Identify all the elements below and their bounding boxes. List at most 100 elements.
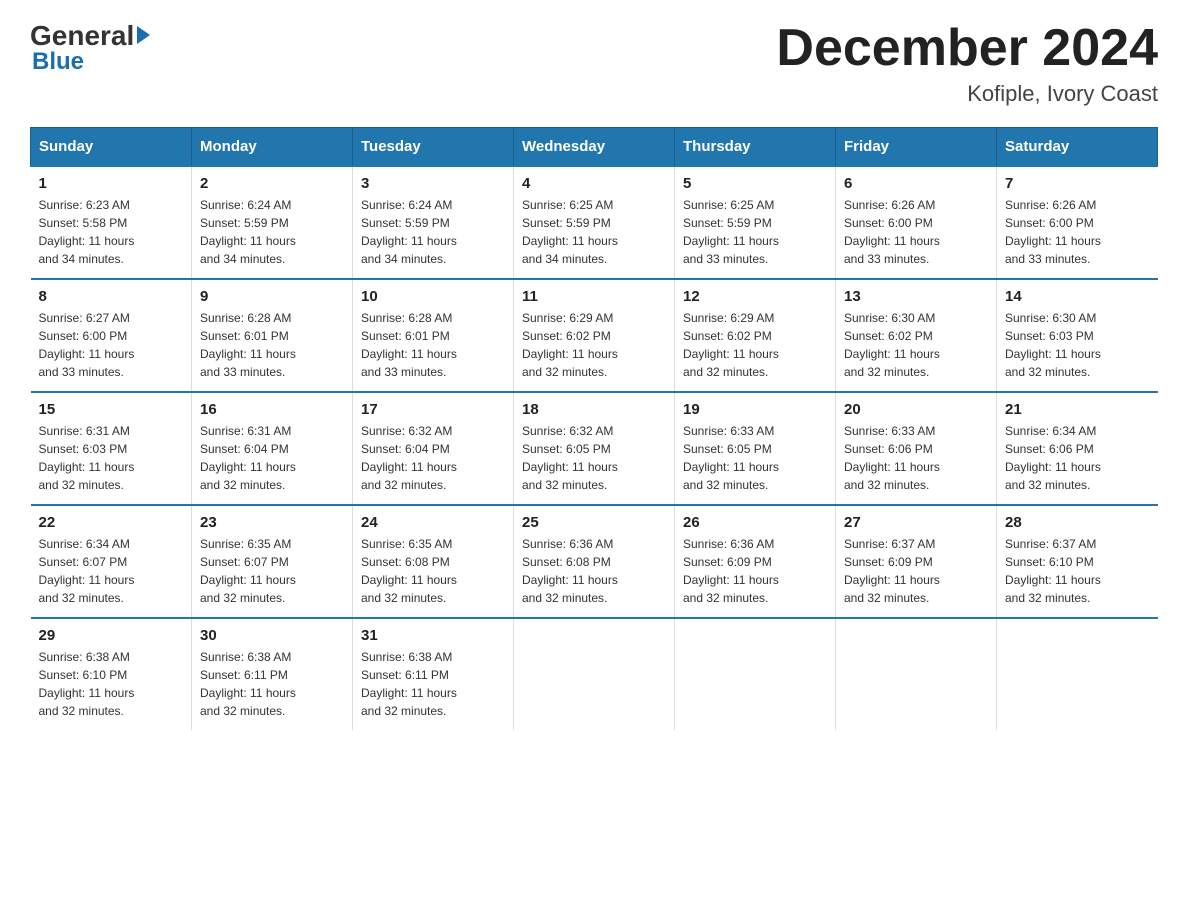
day-info: Sunrise: 6:28 AM Sunset: 6:01 PM Dayligh…	[361, 309, 505, 381]
month-title: December 2024	[776, 20, 1158, 77]
day-number: 31	[361, 627, 505, 644]
calendar-cell: 2 Sunrise: 6:24 AM Sunset: 5:59 PM Daylig…	[192, 166, 353, 279]
day-info: Sunrise: 6:28 AM Sunset: 6:01 PM Dayligh…	[200, 309, 344, 381]
day-number: 30	[200, 627, 344, 644]
calendar-cell: 15 Sunrise: 6:31 AM Sunset: 6:03 PM Dayli…	[31, 392, 192, 505]
calendar-cell: 3 Sunrise: 6:24 AM Sunset: 5:59 PM Daylig…	[353, 166, 514, 279]
calendar-week-row: 1Sunrise: 6:23 AM Sunset: 5:58 PM Daylig…	[31, 166, 1158, 279]
day-number: 7	[1005, 175, 1150, 192]
calendar-week-row: 8 Sunrise: 6:27 AM Sunset: 6:00 PM Daylig…	[31, 279, 1158, 392]
calendar-cell: 27 Sunrise: 6:37 AM Sunset: 6:09 PM Dayli…	[836, 505, 997, 618]
day-number: 20	[844, 401, 988, 418]
calendar-cell: 6 Sunrise: 6:26 AM Sunset: 6:00 PM Daylig…	[836, 166, 997, 279]
day-info: Sunrise: 6:36 AM Sunset: 6:08 PM Dayligh…	[522, 535, 666, 607]
calendar-cell	[997, 618, 1158, 730]
calendar-cell: 14 Sunrise: 6:30 AM Sunset: 6:03 PM Dayli…	[997, 279, 1158, 392]
title-section: December 2024 Kofiple, Ivory Coast	[776, 20, 1158, 107]
calendar-header-wednesday: Wednesday	[514, 128, 675, 167]
day-number: 8	[39, 288, 184, 305]
day-number: 12	[683, 288, 827, 305]
calendar-cell	[675, 618, 836, 730]
day-number: 5	[683, 175, 827, 192]
day-info: Sunrise: 6:31 AM Sunset: 6:03 PM Dayligh…	[39, 422, 184, 494]
calendar-cell	[514, 618, 675, 730]
calendar-cell: 1Sunrise: 6:23 AM Sunset: 5:58 PM Daylig…	[31, 166, 192, 279]
calendar-cell: 9 Sunrise: 6:28 AM Sunset: 6:01 PM Daylig…	[192, 279, 353, 392]
day-number: 23	[200, 514, 344, 531]
calendar-cell: 24 Sunrise: 6:35 AM Sunset: 6:08 PM Dayli…	[353, 505, 514, 618]
calendar-header-thursday: Thursday	[675, 128, 836, 167]
calendar-header-sunday: Sunday	[31, 128, 192, 167]
day-number: 2	[200, 175, 344, 192]
calendar-table: SundayMondayTuesdayWednesdayThursdayFrid…	[30, 127, 1158, 730]
day-number: 13	[844, 288, 988, 305]
day-number: 6	[844, 175, 988, 192]
day-info: Sunrise: 6:36 AM Sunset: 6:09 PM Dayligh…	[683, 535, 827, 607]
page-header: General Blue December 2024 Kofiple, Ivor…	[30, 20, 1158, 107]
calendar-week-row: 22 Sunrise: 6:34 AM Sunset: 6:07 PM Dayli…	[31, 505, 1158, 618]
day-info: Sunrise: 6:38 AM Sunset: 6:11 PM Dayligh…	[361, 648, 505, 720]
calendar-cell: 21 Sunrise: 6:34 AM Sunset: 6:06 PM Dayli…	[997, 392, 1158, 505]
day-number: 24	[361, 514, 505, 531]
calendar-cell: 7 Sunrise: 6:26 AM Sunset: 6:00 PM Daylig…	[997, 166, 1158, 279]
calendar-cell: 28Sunrise: 6:37 AM Sunset: 6:10 PM Dayli…	[997, 505, 1158, 618]
day-info: Sunrise: 6:31 AM Sunset: 6:04 PM Dayligh…	[200, 422, 344, 494]
day-number: 10	[361, 288, 505, 305]
day-number: 14	[1005, 288, 1150, 305]
calendar-header-monday: Monday	[192, 128, 353, 167]
day-info: Sunrise: 6:35 AM Sunset: 6:07 PM Dayligh…	[200, 535, 344, 607]
calendar-cell: 23 Sunrise: 6:35 AM Sunset: 6:07 PM Dayli…	[192, 505, 353, 618]
day-info: Sunrise: 6:35 AM Sunset: 6:08 PM Dayligh…	[361, 535, 505, 607]
day-info: Sunrise: 6:23 AM Sunset: 5:58 PM Dayligh…	[39, 196, 184, 268]
calendar-cell: 31 Sunrise: 6:38 AM Sunset: 6:11 PM Dayli…	[353, 618, 514, 730]
logo-triangle-icon	[137, 26, 150, 44]
day-info: Sunrise: 6:24 AM Sunset: 5:59 PM Dayligh…	[200, 196, 344, 268]
day-info: Sunrise: 6:29 AM Sunset: 6:02 PM Dayligh…	[522, 309, 666, 381]
day-info: Sunrise: 6:26 AM Sunset: 6:00 PM Dayligh…	[1005, 196, 1150, 268]
day-info: Sunrise: 6:38 AM Sunset: 6:11 PM Dayligh…	[200, 648, 344, 720]
day-number: 29	[39, 627, 184, 644]
day-number: 4	[522, 175, 666, 192]
day-number: 19	[683, 401, 827, 418]
calendar-cell: 30 Sunrise: 6:38 AM Sunset: 6:11 PM Dayli…	[192, 618, 353, 730]
day-info: Sunrise: 6:37 AM Sunset: 6:10 PM Dayligh…	[1005, 535, 1150, 607]
calendar-cell: 20 Sunrise: 6:33 AM Sunset: 6:06 PM Dayli…	[836, 392, 997, 505]
calendar-cell	[836, 618, 997, 730]
calendar-cell: 22 Sunrise: 6:34 AM Sunset: 6:07 PM Dayli…	[31, 505, 192, 618]
calendar-cell: 29Sunrise: 6:38 AM Sunset: 6:10 PM Dayli…	[31, 618, 192, 730]
logo-subtitle: Blue	[32, 48, 84, 76]
day-info: Sunrise: 6:24 AM Sunset: 5:59 PM Dayligh…	[361, 196, 505, 268]
day-info: Sunrise: 6:34 AM Sunset: 6:06 PM Dayligh…	[1005, 422, 1150, 494]
calendar-header-friday: Friday	[836, 128, 997, 167]
day-info: Sunrise: 6:37 AM Sunset: 6:09 PM Dayligh…	[844, 535, 988, 607]
day-number: 16	[200, 401, 344, 418]
day-info: Sunrise: 6:30 AM Sunset: 6:02 PM Dayligh…	[844, 309, 988, 381]
day-info: Sunrise: 6:29 AM Sunset: 6:02 PM Dayligh…	[683, 309, 827, 381]
day-info: Sunrise: 6:34 AM Sunset: 6:07 PM Dayligh…	[39, 535, 184, 607]
day-info: Sunrise: 6:30 AM Sunset: 6:03 PM Dayligh…	[1005, 309, 1150, 381]
day-info: Sunrise: 6:32 AM Sunset: 6:04 PM Dayligh…	[361, 422, 505, 494]
day-number: 18	[522, 401, 666, 418]
day-number: 21	[1005, 401, 1150, 418]
day-number: 3	[361, 175, 505, 192]
calendar-cell: 16 Sunrise: 6:31 AM Sunset: 6:04 PM Dayli…	[192, 392, 353, 505]
day-number: 9	[200, 288, 344, 305]
calendar-header-tuesday: Tuesday	[353, 128, 514, 167]
calendar-cell: 18Sunrise: 6:32 AM Sunset: 6:05 PM Dayli…	[514, 392, 675, 505]
day-info: Sunrise: 6:33 AM Sunset: 6:06 PM Dayligh…	[844, 422, 988, 494]
day-info: Sunrise: 6:26 AM Sunset: 6:00 PM Dayligh…	[844, 196, 988, 268]
day-number: 15	[39, 401, 184, 418]
calendar-cell: 13 Sunrise: 6:30 AM Sunset: 6:02 PM Dayli…	[836, 279, 997, 392]
calendar-week-row: 29Sunrise: 6:38 AM Sunset: 6:10 PM Dayli…	[31, 618, 1158, 730]
day-number: 27	[844, 514, 988, 531]
day-number: 22	[39, 514, 184, 531]
calendar-header-saturday: Saturday	[997, 128, 1158, 167]
day-info: Sunrise: 6:27 AM Sunset: 6:00 PM Dayligh…	[39, 309, 184, 381]
calendar-week-row: 15 Sunrise: 6:31 AM Sunset: 6:03 PM Dayli…	[31, 392, 1158, 505]
calendar-cell: 26Sunrise: 6:36 AM Sunset: 6:09 PM Dayli…	[675, 505, 836, 618]
calendar-cell: 8 Sunrise: 6:27 AM Sunset: 6:00 PM Daylig…	[31, 279, 192, 392]
day-number: 25	[522, 514, 666, 531]
logo: General Blue	[30, 20, 150, 76]
calendar-cell: 19Sunrise: 6:33 AM Sunset: 6:05 PM Dayli…	[675, 392, 836, 505]
calendar-cell: 10 Sunrise: 6:28 AM Sunset: 6:01 PM Dayli…	[353, 279, 514, 392]
